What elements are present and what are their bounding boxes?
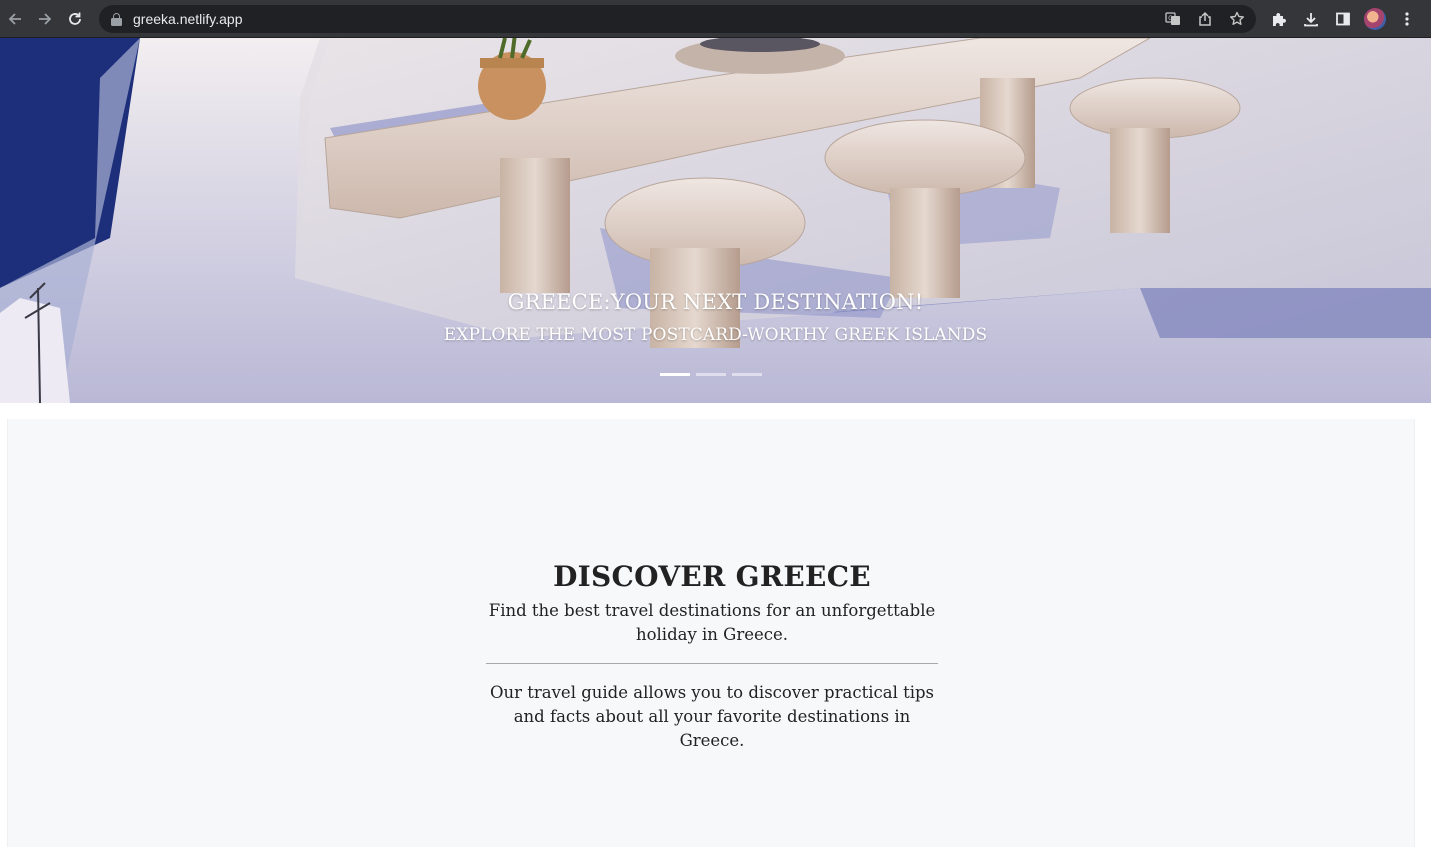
download-icon[interactable] (1296, 4, 1326, 34)
share-icon[interactable] (1190, 4, 1220, 34)
discover-section: DISCOVER GREECE Find the best travel des… (7, 419, 1415, 847)
reload-icon[interactable] (60, 4, 90, 34)
hero-carousel: GREECE:YOUR NEXT DESTINATION! EXPLORE TH… (0, 38, 1431, 403)
kebab-menu-icon[interactable] (1392, 4, 1422, 34)
discover-lead: Find the best travel destinations for an… (488, 601, 936, 644)
navigation-buttons (0, 4, 90, 34)
discover-title: DISCOVER GREECE (553, 560, 871, 593)
hero-title: GREECE:YOUR NEXT DESTINATION! (507, 290, 924, 314)
hero-subtitle: EXPLORE THE MOST POSTCARD-WORTHY GREEK I… (443, 325, 988, 345)
discover-text: Our travel guide allows you to discover … (489, 683, 935, 750)
lock-icon[interactable] (111, 12, 122, 26)
side-panel-icon[interactable] (1328, 4, 1358, 34)
hero-image (0, 38, 1431, 403)
carousel-indicator-1[interactable] (660, 373, 690, 376)
puzzle-icon[interactable] (1264, 4, 1294, 34)
svg-text:G: G (1168, 16, 1173, 22)
browser-toolbar: greeka.netlify.app G (0, 0, 1431, 38)
carousel-indicator-3[interactable] (732, 373, 762, 376)
carousel-indicators (660, 373, 762, 376)
divider (486, 663, 938, 664)
back-arrow-icon[interactable] (0, 4, 30, 34)
translate-icon[interactable]: G (1158, 4, 1188, 34)
forward-arrow-icon[interactable] (30, 4, 60, 34)
carousel-indicator-2[interactable] (696, 373, 726, 376)
avatar[interactable] (1364, 8, 1386, 30)
star-icon[interactable] (1222, 4, 1252, 34)
url-text[interactable]: greeka.netlify.app (133, 11, 242, 27)
address-bar[interactable]: greeka.netlify.app G (99, 5, 1256, 33)
